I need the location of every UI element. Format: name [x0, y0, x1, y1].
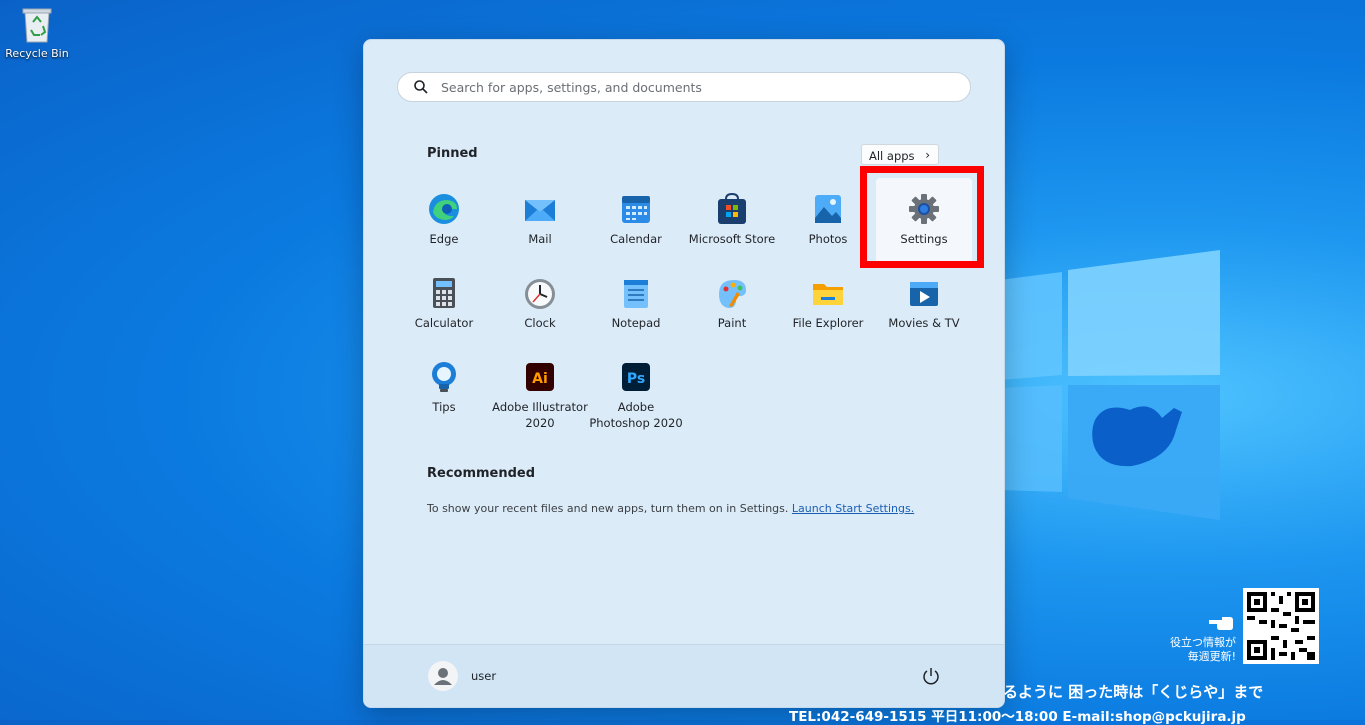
windows-logo-wallpaper: [1000, 250, 1220, 520]
app-label: Notepad: [611, 316, 661, 330]
mail-icon: [525, 200, 555, 221]
start-menu: Search for apps, settings, and documents…: [363, 39, 1005, 708]
app-label: Clock: [524, 316, 556, 330]
recycle-bin-label: Recycle Bin: [5, 47, 69, 60]
app-calendar[interactable]: Calendar: [588, 192, 684, 247]
clock-icon: [525, 279, 555, 309]
user-icon: [434, 668, 452, 685]
calculator-icon: [433, 278, 455, 308]
update-note: 役立つ情報が 毎週更新!: [1146, 636, 1236, 664]
app-edge[interactable]: Edge: [396, 192, 492, 247]
launch-start-settings-link[interactable]: Launch Start Settings.: [792, 502, 914, 515]
svg-text:Ai: Ai: [532, 371, 548, 387]
app-calculator[interactable]: Calculator: [396, 276, 492, 331]
power-icon[interactable]: [920, 665, 942, 687]
all-apps-button[interactable]: All apps ›: [861, 144, 939, 165]
app-label: Edge: [429, 232, 459, 246]
search-placeholder: Search for apps, settings, and documents: [441, 80, 702, 95]
search-icon: [414, 80, 428, 94]
app-label: Adobe Illustrator 2020: [492, 400, 588, 430]
update-note-line1: 役立つ情報が: [1170, 636, 1236, 649]
app-clock[interactable]: Clock: [492, 276, 588, 331]
app-label: Paint: [717, 316, 747, 330]
settings-highlight-box: [860, 166, 984, 268]
app-movies-tv[interactable]: Movies & TV: [876, 276, 972, 331]
app-label: Adobe Photoshop 2020: [589, 400, 683, 430]
app-adobe-illustrator[interactable]: Ai Adobe Illustrator 2020: [492, 360, 588, 431]
folder-icon: [813, 284, 843, 305]
app-tips[interactable]: Tips: [396, 360, 492, 415]
pinned-heading: Pinned: [427, 146, 478, 161]
app-label: Tips: [432, 400, 456, 414]
search-box[interactable]: Search for apps, settings, and documents: [397, 72, 971, 102]
update-note-line2: 毎週更新!: [1187, 650, 1236, 663]
app-notepad[interactable]: Notepad: [588, 276, 684, 331]
lightbulb-icon: [432, 362, 456, 392]
store-icon: [718, 192, 746, 224]
recommended-heading: Recommended: [427, 466, 536, 481]
watermark-line2: TEL:042-649-1515 平日11:00～18:00 E-mail:sh…: [789, 709, 1246, 725]
movies-icon: [910, 282, 938, 306]
app-label: Movies & TV: [888, 316, 960, 330]
app-microsoft-store[interactable]: Microsoft Store: [684, 192, 780, 247]
app-label: Calendar: [610, 232, 662, 246]
pointing-hand-icon: [1209, 617, 1233, 630]
recommended-message: To show your recent files and new apps, …: [427, 502, 914, 515]
recycle-bin-icon: [22, 8, 52, 43]
app-paint[interactable]: Paint: [684, 276, 780, 331]
app-file-explorer[interactable]: File Explorer: [780, 276, 876, 331]
illustrator-icon: Ai: [526, 363, 554, 391]
user-name[interactable]: user: [471, 669, 496, 683]
app-mail[interactable]: Mail: [492, 192, 588, 247]
paint-icon: [719, 280, 746, 308]
watermark-line1: るように 困った時は「くじらや」まで: [1003, 683, 1264, 701]
start-footer: user: [364, 644, 1004, 707]
svg-text:Ps: Ps: [627, 371, 645, 387]
recycle-bin[interactable]: Recycle Bin: [4, 6, 70, 60]
app-label: Mail: [528, 232, 552, 246]
app-label: Calculator: [414, 316, 474, 330]
recommended-text: To show your recent files and new apps, …: [427, 502, 789, 515]
notepad-icon: [624, 280, 648, 308]
chevron-right-icon: ›: [925, 148, 930, 162]
app-label: Microsoft Store: [688, 232, 776, 246]
app-adobe-photoshop[interactable]: Ps Adobe Photoshop 2020: [588, 360, 684, 431]
all-apps-label: All apps: [869, 149, 915, 163]
user-avatar[interactable]: [428, 661, 458, 691]
photos-icon: [815, 195, 841, 223]
calendar-icon: [622, 196, 650, 223]
app-label: File Explorer: [792, 316, 864, 330]
qr-code: [1243, 588, 1319, 664]
edge-icon: [429, 194, 459, 224]
photoshop-icon: Ps: [622, 363, 650, 391]
